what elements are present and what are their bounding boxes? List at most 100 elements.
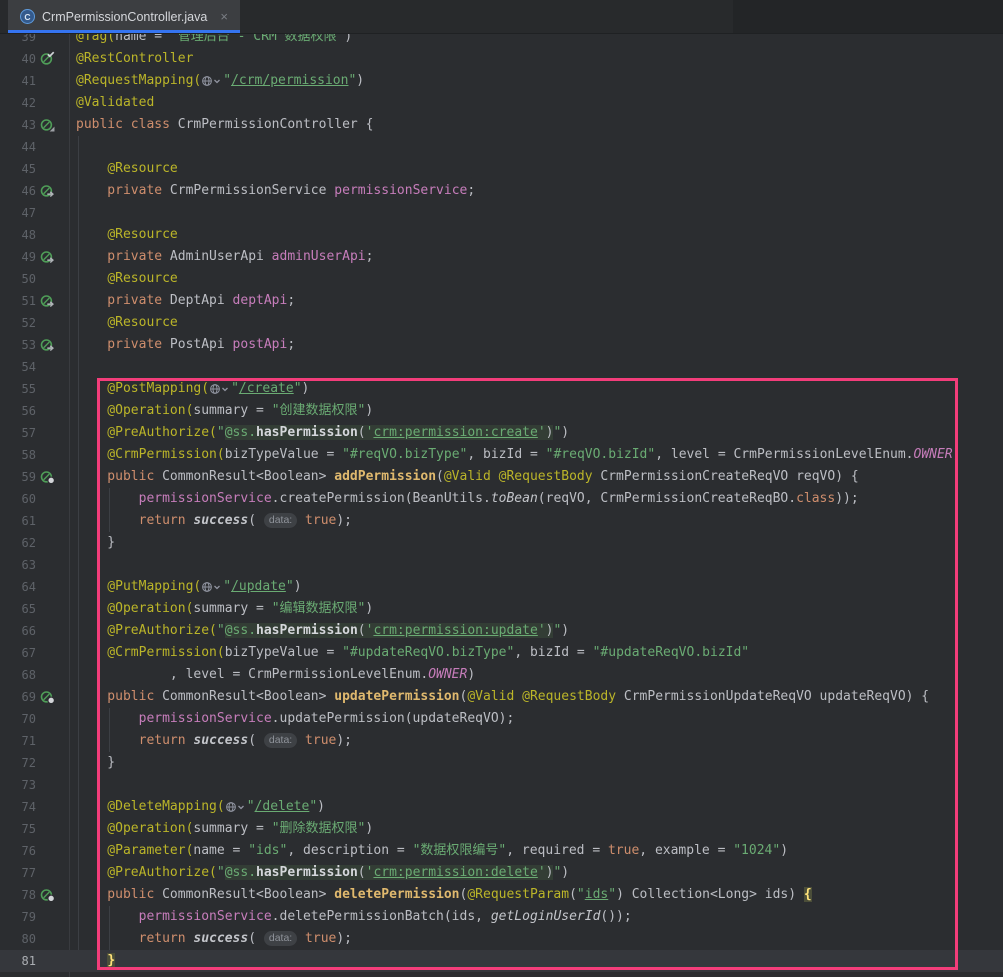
spring-bean-wire-icon[interactable] (36, 180, 76, 202)
line-number: 67 (0, 642, 36, 664)
line-number: 50 (0, 268, 36, 290)
line-number: 52 (0, 312, 36, 334)
gutter-spacer (36, 312, 76, 334)
line-number: 54 (0, 356, 36, 378)
line-number: 71 (0, 730, 36, 752)
gutter-spacer (36, 774, 76, 796)
code-line-52: 52 @Resource (0, 312, 1003, 334)
gutter-spacer (36, 598, 76, 620)
code-line-50: 50 @Resource (0, 268, 1003, 290)
gutter-spacer (36, 224, 76, 246)
line-number: 56 (0, 400, 36, 422)
code-text: private DeptApi deptApi; (76, 290, 295, 312)
code-segment: permissionService (334, 183, 467, 198)
code-segment (76, 271, 107, 286)
line-number: 53 (0, 334, 36, 356)
code-segment: @RequestMapping( (76, 73, 201, 88)
line-number: 58 (0, 444, 36, 466)
spring-bean-wire-icon[interactable] (36, 290, 76, 312)
code-segment: ; (287, 293, 295, 308)
line-number: 40 (0, 48, 36, 70)
gutter-spacer (36, 818, 76, 840)
code-segment: public class (76, 117, 178, 132)
annotation-box (97, 378, 958, 970)
code-line-48: 48 @Resource (0, 224, 1003, 246)
code-link[interactable]: /crm/permission (231, 73, 348, 88)
code-segment (76, 227, 107, 242)
code-segment: adminUserApi (272, 249, 366, 264)
line-number: 73 (0, 774, 36, 796)
gutter-spacer (36, 730, 76, 752)
line-number: 70 (0, 708, 36, 730)
tab-crmpermissioncontroller[interactable]: C CrmPermissionController.java × (8, 0, 240, 33)
code-line-40: 40 @RestController (0, 48, 1003, 70)
code-line-41: 41 @RequestMapping("/crm/permission") (0, 70, 1003, 92)
code-segment: deptApi (233, 293, 288, 308)
code-segment: @Resource (107, 227, 177, 242)
spring-bean-wire-icon[interactable] (36, 334, 76, 356)
code-segment: @Tag( (76, 33, 115, 44)
spring-bean-endpoint-icon[interactable] (36, 686, 76, 708)
line-number: 55 (0, 378, 36, 400)
line-number: 78 (0, 884, 36, 906)
close-icon[interactable]: × (220, 10, 228, 23)
line-number: 51 (0, 290, 36, 312)
line-number: 41 (0, 70, 36, 92)
code-line-49: 49 private AdminUserApi adminUserApi; (0, 246, 1003, 268)
gutter-spacer (36, 906, 76, 928)
line-number: 69 (0, 686, 36, 708)
code-line-47: 47 (0, 202, 1003, 224)
gutter-spacer (36, 796, 76, 818)
line-number: 62 (0, 532, 36, 554)
gutter-spacer (36, 136, 76, 158)
line-number: 68 (0, 664, 36, 686)
line-number: 72 (0, 752, 36, 774)
gutter-spacer (36, 840, 76, 862)
spring-bean-class-icon[interactable] (36, 114, 76, 136)
line-number: 65 (0, 598, 36, 620)
code-segment: postApi (233, 337, 288, 352)
code-line-54: 54 (0, 356, 1003, 378)
code-text: @RestController (76, 48, 193, 70)
code-segment: "管理后台 - CRM 数据权限" (170, 33, 344, 44)
gutter-spacer (36, 554, 76, 576)
line-number: 49 (0, 246, 36, 268)
code-segment: PostApi (170, 337, 233, 352)
code-text: @RequestMapping("/crm/permission") (76, 70, 364, 92)
code-editor[interactable]: 39@Tag(name = "管理后台 - CRM 数据权限")40 @RestC… (0, 33, 1003, 977)
gutter-spacer (36, 378, 76, 400)
code-segment: private (76, 249, 170, 264)
code-line-46: 46 private CrmPermissionService permissi… (0, 180, 1003, 202)
code-segment: @RestController (76, 51, 193, 66)
spring-bean-endpoint-icon[interactable] (36, 466, 76, 488)
line-number: 60 (0, 488, 36, 510)
line-number: 77 (0, 862, 36, 884)
code-segment: @Resource (107, 315, 177, 330)
tab-title: CrmPermissionController.java (42, 10, 207, 24)
code-segment: name = (115, 33, 170, 44)
line-number: 57 (0, 422, 36, 444)
line-number: 46 (0, 180, 36, 202)
spring-bean-endpoint-icon[interactable] (36, 884, 76, 906)
code-segment (76, 161, 107, 176)
spring-bean-wire-icon[interactable] (36, 246, 76, 268)
line-number: 48 (0, 224, 36, 246)
code-segment: CrmPermissionController { (178, 117, 374, 132)
active-tab-underline (8, 30, 240, 33)
code-segment: ) (356, 73, 364, 88)
code-segment: private (76, 183, 170, 198)
code-segment: CrmPermissionService (170, 183, 334, 198)
gutter-spacer (36, 620, 76, 642)
gutter-spacer (36, 488, 76, 510)
code-segment: ; (467, 183, 475, 198)
http-endpoint-globe-icon[interactable] (201, 71, 221, 93)
line-number: 75 (0, 818, 36, 840)
spring-bean-check-icon[interactable] (36, 48, 76, 70)
code-text: @Tag(name = "管理后台 - CRM 数据权限") (76, 33, 352, 48)
code-line-39: 39@Tag(name = "管理后台 - CRM 数据权限") (0, 33, 1003, 48)
code-text: @Resource (76, 312, 178, 334)
gutter-spacer (36, 576, 76, 598)
code-line-53: 53 private PostApi postApi; (0, 334, 1003, 356)
gutter-spacer (36, 202, 76, 224)
code-line-45: 45 @Resource (0, 158, 1003, 180)
